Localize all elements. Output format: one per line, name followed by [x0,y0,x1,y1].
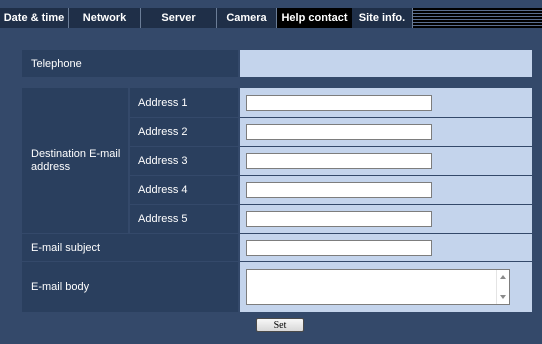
address-5-input[interactable] [246,211,432,227]
address-2-cell [240,118,532,146]
address-4-label: Address 4 [130,176,238,204]
email-body-cell [240,262,532,312]
textarea-scrollbar[interactable] [496,270,509,304]
address-5-label: Address 5 [130,205,238,233]
email-subject-label: E-mail subject [22,234,238,261]
scroll-down-arrow-icon[interactable] [500,295,506,299]
tab-bar-filler [413,10,542,26]
tab-server[interactable]: Server [141,8,217,28]
tab-camera[interactable]: Camera [217,8,277,28]
address-3-cell [240,147,532,175]
address-1-input[interactable] [246,95,432,111]
tab-site-info[interactable]: Site info. [352,8,413,28]
address-5-cell [240,205,532,233]
address-2-input[interactable] [246,124,432,140]
address-4-cell [240,176,532,204]
set-button[interactable]: Set [256,318,304,332]
email-subject-input[interactable] [246,240,432,256]
telephone-label: Telephone [22,50,238,77]
address-3-input[interactable] [246,153,432,169]
tab-bar: Date & time Network Server Camera Help c… [0,8,542,28]
email-body-label: E-mail body [22,262,238,312]
email-subject-cell [240,234,532,261]
address-2-label: Address 2 [130,118,238,146]
tab-date-time[interactable]: Date & time [0,8,69,28]
tab-help-contact[interactable]: Help contact [277,8,352,28]
address-3-label: Address 3 [130,147,238,175]
email-body-textarea[interactable] [246,269,510,305]
help-contact-page: Date & time Network Server Camera Help c… [0,0,542,344]
address-4-input[interactable] [246,182,432,198]
scroll-up-arrow-icon[interactable] [500,275,506,279]
address-1-label: Address 1 [130,88,238,117]
tab-network[interactable]: Network [69,8,141,28]
destination-email-label: Destination E-mail address [22,88,128,233]
telephone-value-cell [240,50,532,77]
address-1-cell [240,88,532,117]
